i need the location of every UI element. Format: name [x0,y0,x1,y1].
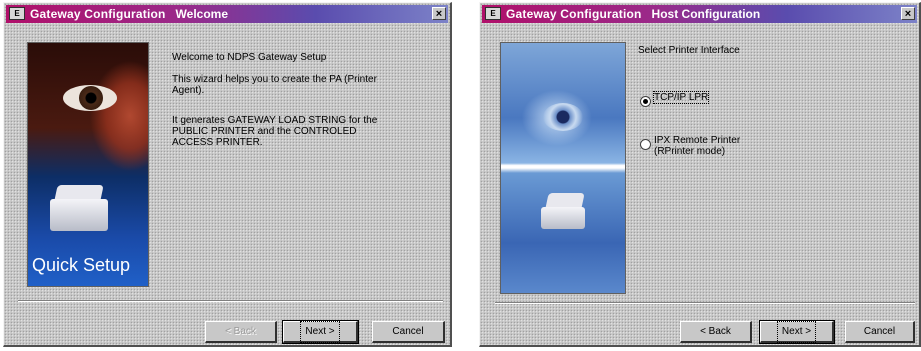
title-page-name: Welcome [175,7,229,21]
app-icon: E [485,7,501,20]
cancel-button-label: Cancel [392,326,424,337]
back-button[interactable]: < Back [205,321,277,343]
printer-graphic [541,193,585,229]
printer-graphic [50,185,110,233]
eye-graphic [543,103,583,131]
back-button-label: < Back [225,326,256,337]
title-app-name: Gateway Configuration [30,7,166,21]
eye-graphic [63,85,117,111]
radio-selected-icon[interactable] [640,96,651,107]
next-button[interactable]: Next > [759,320,835,344]
close-button[interactable]: × [901,7,915,20]
window-title: Gateway Configuration Welcome [30,5,228,23]
host-config-title-bar[interactable]: E Gateway Configuration Host Configuratio… [482,5,917,23]
welcome-detail-text: It generates GATEWAY LOAD STRING for the… [172,115,378,148]
cancel-button[interactable]: Cancel [845,321,915,343]
iris-graphic [79,86,103,110]
option-ipx-remote-printer[interactable]: IPX Remote Printer (RPrinter mode) [640,135,740,157]
button-separator [18,300,443,302]
back-button-label: < Back [700,326,731,337]
window-title: Gateway Configuration Host Configuration [506,5,760,23]
back-button[interactable]: < Back [680,321,752,343]
title-page-name: Host Configuration [651,7,761,21]
button-separator [495,302,915,304]
quick-setup-banner-image: Quick Setup [27,42,149,287]
next-button-label: Next > [300,321,340,343]
title-app-name: Gateway Configuration [506,7,642,21]
radio-unselected-icon[interactable] [640,139,651,150]
option-label: TCP/IP LPR [652,91,710,104]
eye-printer-banner-image [500,42,626,294]
quick-setup-caption: Quick Setup [32,255,131,275]
cancel-button[interactable]: Cancel [372,321,445,343]
option-tcpip-lpr[interactable]: TCP/IP LPR [640,91,710,107]
welcome-heading: Welcome to NDPS Gateway Setup [172,52,327,63]
app-icon: E [9,7,25,20]
cancel-button-label: Cancel [863,326,896,337]
close-button[interactable]: × [432,7,446,20]
next-button-label: Next > [776,321,817,343]
interface-heading: Select Printer Interface [638,45,740,56]
option-label: IPX Remote Printer (RPrinter mode) [654,135,741,157]
welcome-intro-text: This wizard helps you to create the PA (… [172,74,377,96]
next-button[interactable]: Next > [282,320,359,344]
welcome-title-bar[interactable]: E Gateway Configuration Welcome × [6,5,448,23]
